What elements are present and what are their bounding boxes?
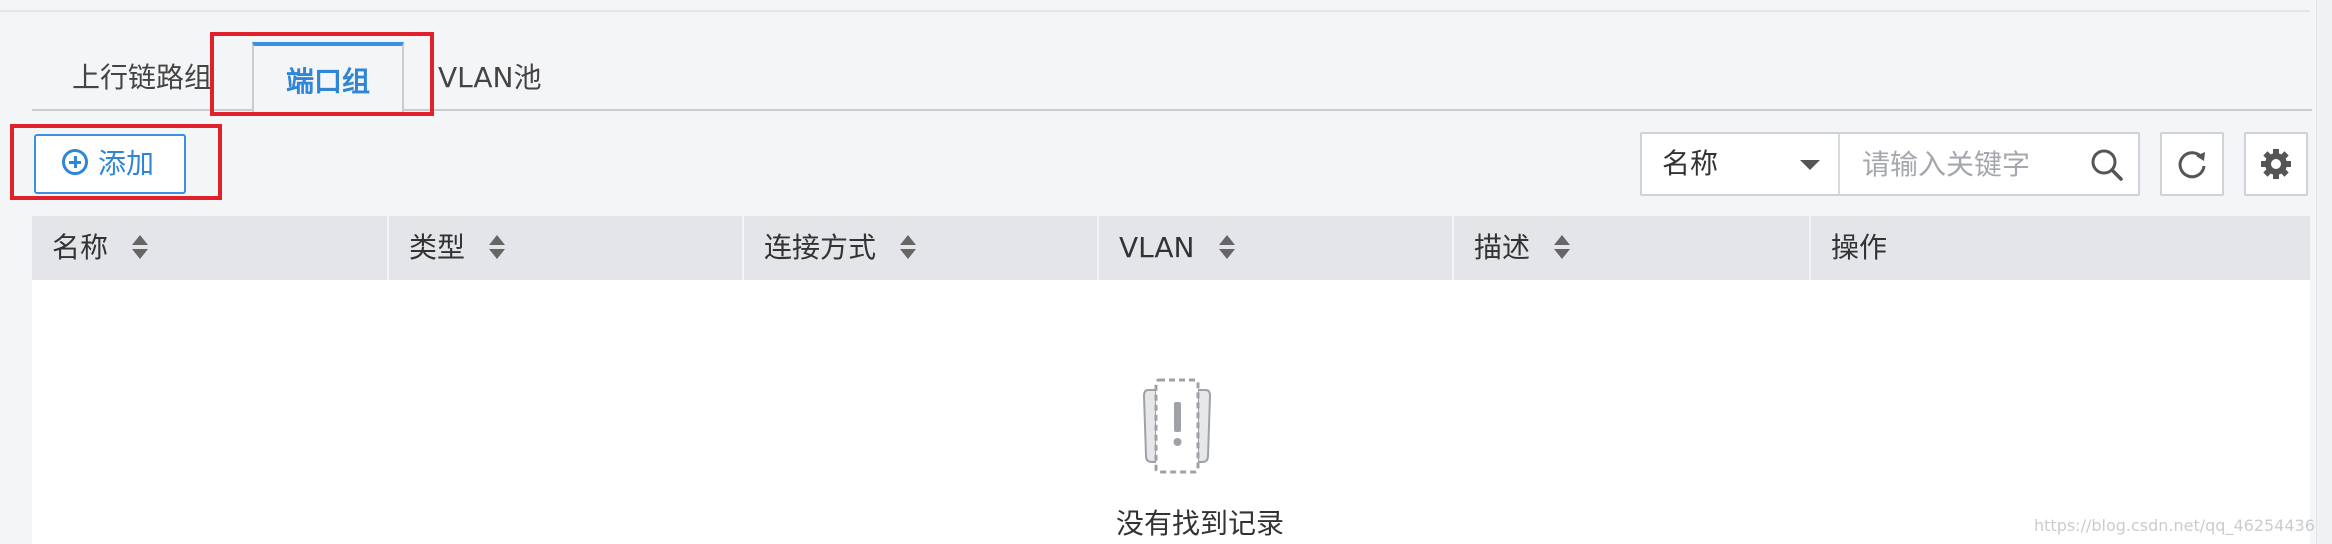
sort-icon[interactable] xyxy=(132,233,149,261)
tab-uplink-group[interactable]: 上行链路组 xyxy=(72,40,212,110)
column-label: 连接方式 xyxy=(764,231,877,264)
highlight-box-add xyxy=(10,124,222,200)
refresh-icon xyxy=(2178,151,2206,179)
vertical-scrollbar[interactable] xyxy=(2316,0,2332,544)
search-icon[interactable] xyxy=(2090,148,2124,182)
table-header: 名称 类型 连接方式 VLAN 描述 操作 xyxy=(32,216,2310,280)
empty-state-icon xyxy=(1142,378,1212,474)
column-label: 类型 xyxy=(409,231,466,264)
column-label: VLAN xyxy=(1119,231,1195,264)
table-body: 没有找到记录 xyxy=(32,280,2310,544)
search-field-value: 名称 xyxy=(1662,147,1719,180)
search-box: 名称 xyxy=(1640,132,2140,196)
sort-icon[interactable] xyxy=(900,233,917,261)
refresh-button[interactable] xyxy=(2160,132,2224,196)
top-divider xyxy=(0,10,2310,12)
column-label: 名称 xyxy=(52,231,109,264)
column-header-type[interactable]: 类型 xyxy=(387,216,742,280)
empty-state-text: 没有找到记录 xyxy=(32,502,2310,542)
settings-icon xyxy=(2261,149,2291,179)
column-header-vlan[interactable]: VLAN xyxy=(1097,216,1452,280)
empty-state-label: 没有找到记录 xyxy=(1115,507,1284,540)
column-label: 操作 xyxy=(1831,231,1888,264)
search-input[interactable] xyxy=(1842,134,2078,194)
watermark: https://blog.csdn.net/qq_46254436 xyxy=(2034,516,2315,535)
column-header-description[interactable]: 描述 xyxy=(1452,216,1809,280)
column-header-actions: 操作 xyxy=(1809,216,2310,280)
sort-icon[interactable] xyxy=(1554,233,1571,261)
column-label: 描述 xyxy=(1474,231,1531,264)
column-header-name[interactable]: 名称 xyxy=(32,216,387,280)
settings-button[interactable] xyxy=(2244,132,2308,196)
search-field-select[interactable]: 名称 xyxy=(1642,134,1840,194)
sort-icon[interactable] xyxy=(489,233,506,261)
column-header-connection[interactable]: 连接方式 xyxy=(742,216,1097,280)
sort-icon[interactable] xyxy=(1218,233,1235,261)
tab-vlan-pool[interactable]: VLAN池 xyxy=(438,40,542,110)
highlight-box-tab xyxy=(210,32,434,116)
chevron-down-icon xyxy=(1800,160,1820,170)
